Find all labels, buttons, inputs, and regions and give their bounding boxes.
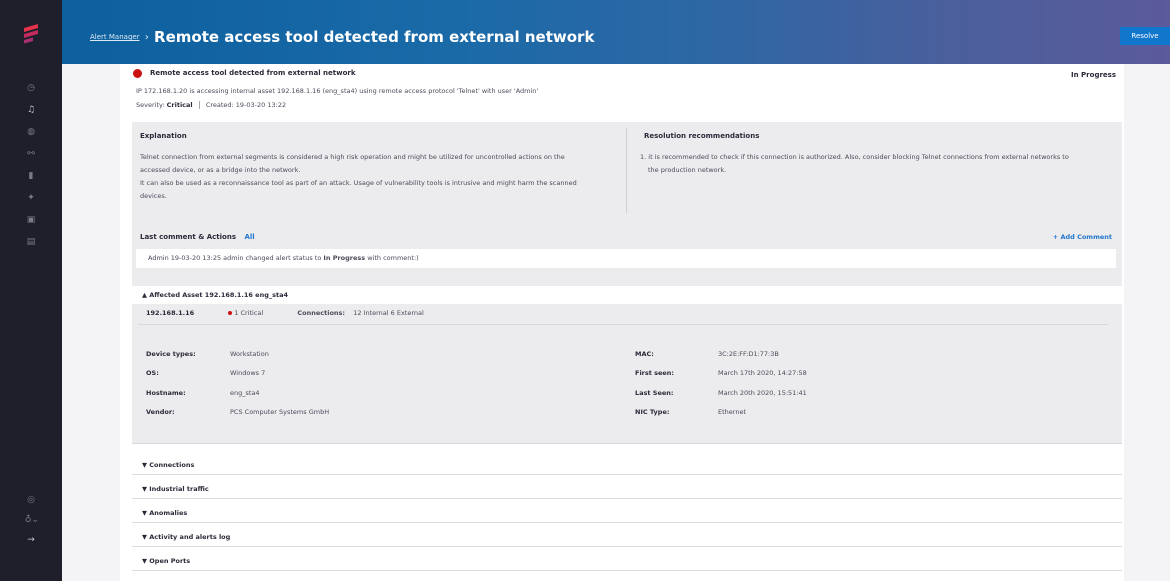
- comments-all-link[interactable]: All: [244, 233, 254, 241]
- meta-divider: [198, 101, 200, 109]
- comments-title: Last comment & Actions All: [140, 233, 255, 241]
- os-label: OS:: [146, 369, 159, 377]
- affected-asset-title: ▲ Affected Asset 192.168.1.16 eng_sta4: [142, 291, 288, 299]
- last-seen-label: Last Seen:: [635, 389, 674, 397]
- document-icon[interactable]: ▤: [25, 236, 37, 248]
- mac-label: MAC:: [635, 350, 654, 358]
- details-panel: Explanation Telnet connection from exter…: [132, 122, 1122, 286]
- explanation-line: It can also be used as a reconnaissance …: [140, 179, 577, 187]
- settings-icon[interactable]: ◎: [25, 494, 37, 506]
- device-types-label: Device types:: [146, 350, 196, 358]
- logout-arrow-icon[interactable]: →: [25, 534, 37, 546]
- logo-icon: [24, 24, 38, 44]
- breadcrumb-alert-manager[interactable]: Alert Manager: [90, 33, 140, 41]
- section-label: ▼ Activity and alerts log: [142, 533, 231, 541]
- section-label: ▼ Anomalies: [142, 509, 188, 517]
- affected-asset-toggle[interactable]: ▲ Affected Asset 192.168.1.16 eng_sta4: [132, 286, 1122, 304]
- breadcrumb-separator: ›: [144, 31, 149, 43]
- affected-asset-panel: 192.168.1.16 1 Critical Connections: 12 …: [132, 304, 1122, 444]
- comment-suffix: with comment:): [365, 254, 419, 262]
- reports-icon[interactable]: ▮: [25, 170, 37, 182]
- asset-summary: 192.168.1.16 1 Critical Connections: 12 …: [146, 309, 424, 317]
- section-label: ▼ Industrial traffic: [142, 485, 209, 493]
- comments-heading: Last comment & Actions: [140, 233, 237, 241]
- comment-prefix: Admin 19-03-20 13:25 admin changed alert…: [148, 254, 324, 262]
- section-label: ▼ Open Ports: [142, 557, 191, 565]
- connections-value: 12 Internal 6 External: [353, 309, 424, 317]
- alert-status: In Progress: [1071, 71, 1116, 79]
- panel-divider: [626, 128, 627, 213]
- divider: [132, 443, 1122, 444]
- section-connections[interactable]: ▼ Connections: [132, 455, 1122, 475]
- divider: [138, 324, 1108, 325]
- first-seen-value: March 17th 2020, 14:27:58: [718, 369, 807, 377]
- resolution-title: Resolution recommendations: [644, 132, 760, 140]
- database-icon[interactable]: ◍: [25, 126, 37, 138]
- severity-label: Severity:: [136, 101, 165, 109]
- resolution-text: 1. it is recommended to check if this co…: [640, 151, 1110, 177]
- alert-card: Remote access tool detected from externa…: [120, 64, 1124, 581]
- section-activity-log[interactable]: ▼ Activity and alerts log: [132, 527, 1122, 547]
- network-icon[interactable]: ⚯: [25, 148, 37, 160]
- page-title: Remote access tool detected from externa…: [154, 28, 595, 46]
- explanation-text: Telnet connection from external segments…: [140, 151, 620, 203]
- mac-value: 3C:2E:FF:D1:77:3B: [718, 350, 779, 358]
- alert-meta: Severity: Critical Created: 19-03-20 13:…: [136, 101, 286, 109]
- severity-value: Critical: [166, 101, 193, 109]
- nic-type-label: NIC Type:: [635, 408, 670, 416]
- explanation-title: Explanation: [140, 132, 187, 140]
- last-seen-value: March 20th 2020, 15:51:41: [718, 389, 807, 397]
- explanation-line: accessed device, or as a bridge into the…: [140, 166, 301, 174]
- bell-icon[interactable]: ♫: [25, 104, 37, 116]
- resolve-button[interactable]: Resolve: [1120, 27, 1170, 45]
- section-open-ports[interactable]: ▼ Open Ports: [132, 551, 1122, 571]
- os-value: Windows 7: [230, 369, 266, 377]
- vendor-value: PCS Computer Systems GmbH: [230, 408, 330, 416]
- sidebar: ◷ ♫ ◍ ⚯ ▮ ✦ ▣ ▤ ◎ ♁⌄ →: [0, 0, 62, 581]
- alert-summary: Remote access tool detected from externa…: [120, 64, 1124, 122]
- user-menu-icon[interactable]: ♁⌄: [23, 514, 41, 526]
- section-industrial-traffic[interactable]: ▼ Industrial traffic: [132, 479, 1122, 499]
- explanation-line: devices.: [140, 192, 167, 200]
- hostname-value: eng_sta4: [230, 389, 260, 397]
- device-types-value: Workstation: [230, 350, 269, 358]
- breadcrumb: Alert Manager › Remote access tool detec…: [90, 28, 594, 46]
- section-anomalies[interactable]: ▼ Anomalies: [132, 503, 1122, 523]
- dashboard-icon[interactable]: ◷: [25, 82, 37, 94]
- alert-description: IP 172.168.1.20 is accessing internal as…: [136, 87, 539, 95]
- add-comment-button[interactable]: + Add Comment: [1053, 233, 1112, 241]
- nic-type-value: Ethernet: [718, 408, 746, 416]
- page-header: Alert Manager › Remote access tool detec…: [62, 0, 1170, 64]
- comment-entry: Admin 19-03-20 13:25 admin changed alert…: [136, 249, 1116, 268]
- created-date: Created: 19-03-20 13:22: [205, 101, 287, 109]
- asset-ip: 192.168.1.16: [146, 309, 195, 317]
- resolution-line: the production network.: [648, 166, 727, 174]
- monitor-icon[interactable]: ▣: [25, 214, 37, 226]
- asset-critical-count: 1 Critical: [234, 309, 264, 317]
- connections-label: Connections:: [297, 309, 346, 317]
- comment-status: In Progress: [323, 254, 366, 262]
- alert-title: Remote access tool detected from externa…: [150, 69, 356, 77]
- explanation-line: Telnet connection from external segments…: [140, 153, 565, 161]
- resolution-line: 1. it is recommended to check if this co…: [640, 153, 1069, 161]
- first-seen-label: First seen:: [635, 369, 675, 377]
- gear-icon[interactable]: ✦: [25, 192, 37, 204]
- section-label: ▼ Connections: [142, 461, 195, 469]
- critical-dot-icon: [228, 311, 233, 315]
- vendor-label: Vendor:: [146, 408, 175, 416]
- hostname-label: Hostname:: [146, 389, 186, 397]
- critical-dot-icon: [133, 69, 142, 78]
